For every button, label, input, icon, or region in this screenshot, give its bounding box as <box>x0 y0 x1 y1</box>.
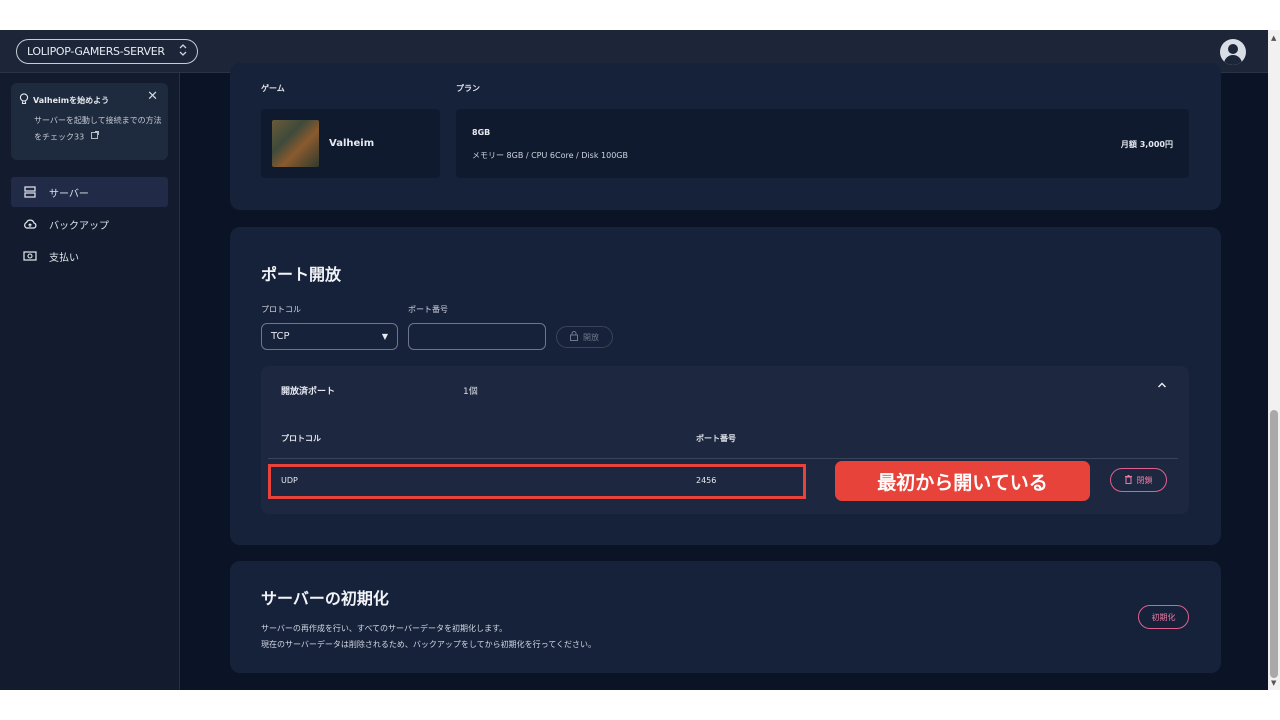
main-content: ゲーム プラン Valheim 8GB メモリー 8GB / CPU 6Core… <box>180 63 1268 690</box>
scrollbar-thumb[interactable] <box>1270 410 1278 678</box>
scroll-up-arrow-icon[interactable]: ▲ <box>1271 34 1276 42</box>
sidebar-item-payment[interactable]: 支払い <box>11 241 168 271</box>
port-number-input[interactable] <box>408 323 546 350</box>
reset-description-line1: サーバーの再作成を行い、すべてのサーバーデータを初期化します。 <box>261 624 508 633</box>
tip-body[interactable]: サーバーを起動して接続までの方法をチェック33 <box>34 113 162 146</box>
annotation-callout: 最初から開いている <box>835 461 1090 501</box>
caret-down-icon: ▼ <box>381 332 388 341</box>
trash-icon <box>1124 474 1132 486</box>
sidebar-item-server[interactable]: サーバー <box>11 177 168 207</box>
protocol-label: プロトコル <box>261 305 301 314</box>
server-icon <box>23 185 37 199</box>
plan-label: プラン <box>456 84 480 93</box>
game-box: Valheim <box>261 109 440 178</box>
tip-card: Valheimを始めよう ✕ サーバーを起動して接続までの方法をチェック33 <box>11 83 168 160</box>
divider <box>268 458 1178 459</box>
reset-section-title: サーバーの初期化 <box>261 589 389 608</box>
cloud-upload-icon <box>23 217 37 231</box>
port-section-title: ポート開放 <box>261 265 342 284</box>
game-thumbnail <box>272 120 319 167</box>
user-avatar-icon[interactable] <box>1220 39 1246 65</box>
app-window: LOLIPOP-GAMERS-SERVER Valheimを始めよう ✕ サーバ… <box>0 30 1268 690</box>
lock-icon <box>570 331 578 343</box>
sidebar-item-backup[interactable]: バックアップ <box>11 209 168 239</box>
port-number-label: ポート番号 <box>408 305 448 314</box>
close-icon[interactable]: ✕ <box>147 89 158 104</box>
plan-box: 8GB メモリー 8GB / CPU 6Core / Disk 100GB 月額… <box>456 109 1189 178</box>
reset-description-line2: 現在のサーバーデータは削除されるため、バックアップをしてから初期化を行ってくださ… <box>261 640 597 649</box>
reset-button[interactable]: 初期化 <box>1138 605 1189 629</box>
chevron-updown-icon <box>179 44 187 59</box>
server-selector[interactable]: LOLIPOP-GAMERS-SERVER <box>16 39 198 64</box>
sidebar: Valheimを始めよう ✕ サーバーを起動して接続までの方法をチェック33 サ… <box>0 73 180 690</box>
chevron-up-icon[interactable] <box>1157 381 1167 392</box>
column-header-protocol: プロトコル <box>281 434 321 443</box>
lightbulb-icon <box>19 93 29 107</box>
close-port-button[interactable]: 閉鎖 <box>1110 468 1167 492</box>
plan-price: 月額 3,000円 <box>1120 140 1173 149</box>
open-port-button[interactable]: 開放 <box>556 326 613 348</box>
external-link-icon <box>90 129 99 145</box>
server-reset-card: サーバーの初期化 サーバーの再作成を行い、すべてのサーバーデータを初期化します。… <box>230 561 1221 673</box>
scrollbar[interactable]: ▲ ▼ <box>1268 30 1280 690</box>
game-name: Valheim <box>329 138 375 149</box>
column-header-port: ポート番号 <box>696 434 736 443</box>
protocol-select[interactable]: TCP ▼ <box>261 323 398 350</box>
plan-name: 8GB <box>472 128 491 137</box>
payment-icon <box>23 249 37 263</box>
game-plan-card: ゲーム プラン Valheim 8GB メモリー 8GB / CPU 6Core… <box>230 63 1221 210</box>
tip-title: Valheimを始めよう <box>19 93 109 107</box>
opened-ports-title: 開放済ポート <box>281 387 336 397</box>
server-name: LOLIPOP-GAMERS-SERVER <box>27 45 165 58</box>
scroll-down-arrow-icon[interactable]: ▼ <box>1271 679 1276 687</box>
highlight-annotation-box <box>268 464 806 499</box>
opened-ports-count: 1個 <box>463 387 478 397</box>
plan-spec: メモリー 8GB / CPU 6Core / Disk 100GB <box>472 151 628 160</box>
game-label: ゲーム <box>261 84 285 93</box>
